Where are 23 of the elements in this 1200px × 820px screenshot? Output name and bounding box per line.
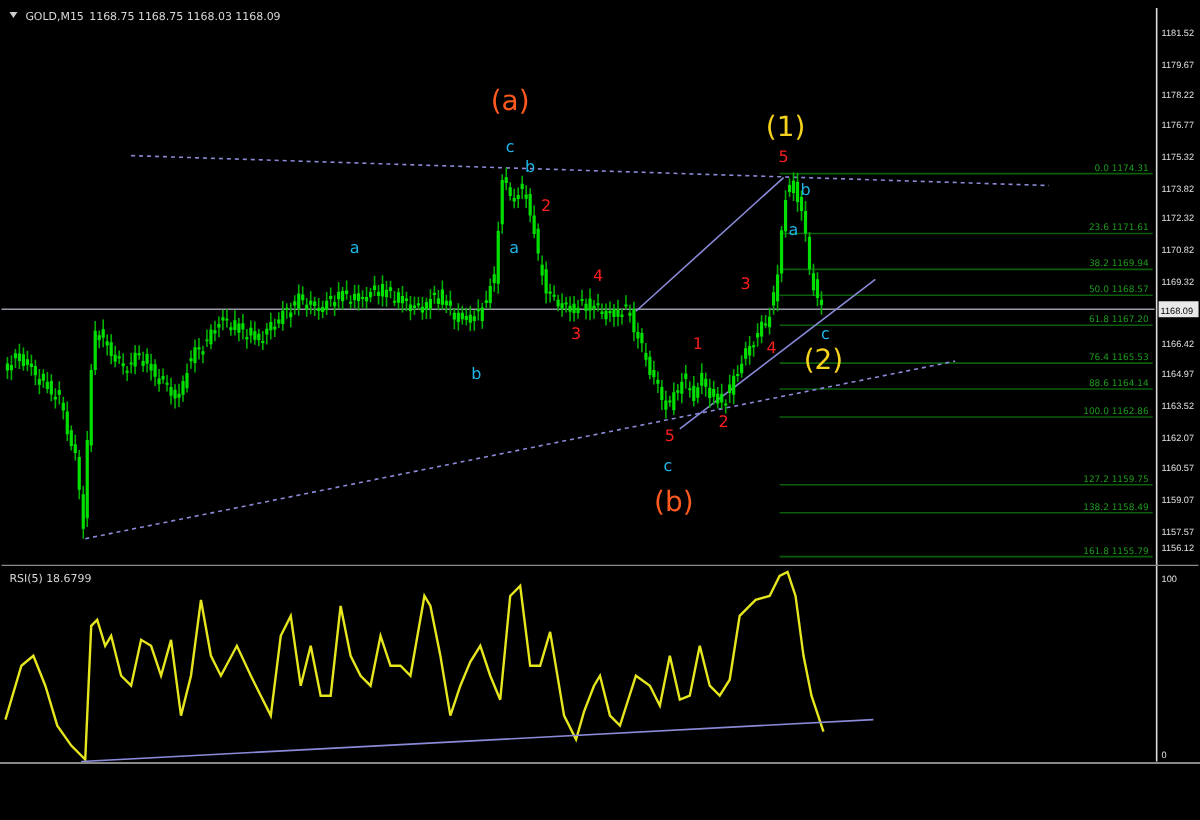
wave-label: 5 <box>778 147 789 166</box>
wave-label: 3 <box>740 275 751 294</box>
wave-label: 5 <box>664 426 675 445</box>
wave-label: 4 <box>592 267 604 286</box>
wave-label: (2) <box>803 345 844 378</box>
wave-label: a <box>509 239 520 258</box>
wave-label: c <box>505 137 515 156</box>
wave-label: a <box>788 221 799 240</box>
wave-label: (b) <box>654 486 694 519</box>
collapse-triangle-icon[interactable] <box>9 11 18 18</box>
wave-label: b <box>800 181 811 200</box>
wave-label: (a) <box>490 85 530 118</box>
wave-label: 2 <box>541 197 552 216</box>
wave-label: b <box>525 157 536 176</box>
wave-label: 4 <box>766 339 777 358</box>
wave-label: a <box>349 239 360 258</box>
wave-label: 3 <box>571 325 582 344</box>
wave-label: (1) <box>765 111 806 144</box>
wave-label: 1 <box>692 335 703 354</box>
wave-label: 2 <box>718 412 729 431</box>
wave-label: c <box>821 325 830 344</box>
wave-label: c <box>663 456 673 475</box>
wave-label: b <box>471 365 482 384</box>
